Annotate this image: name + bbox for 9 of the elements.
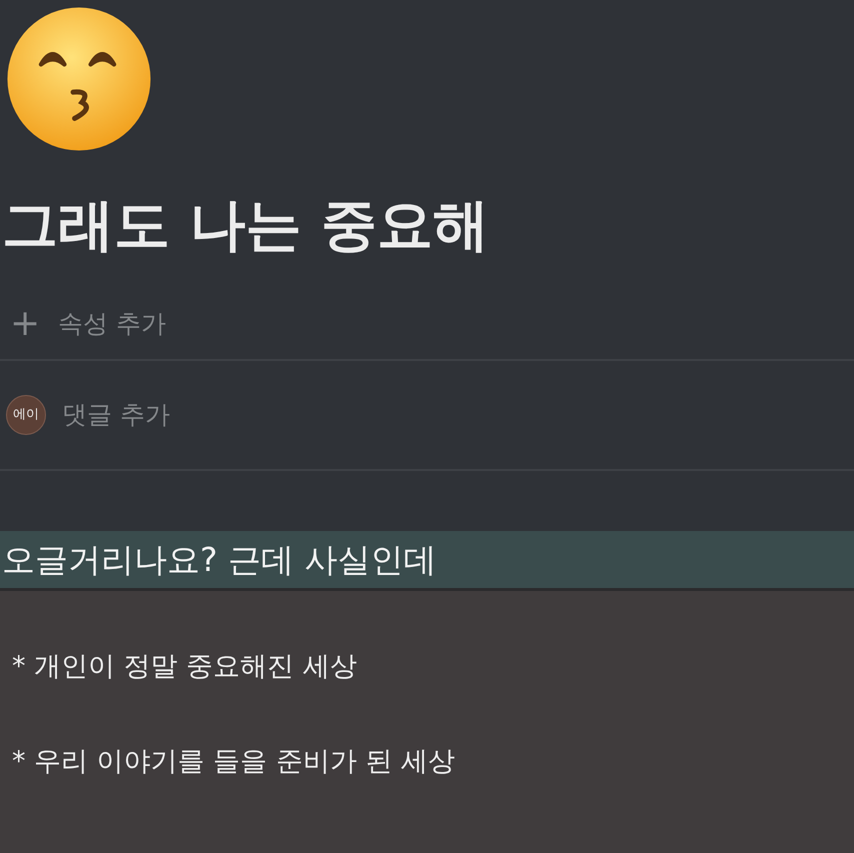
bullet-text: * 우리 이야기를 들을 준비가 된 세상	[12, 745, 456, 780]
bullet-text: * 개인이 정말 중요해진 세상	[12, 650, 358, 684]
plus-icon[interactable]: +	[10, 306, 40, 342]
user-avatar: 에이	[6, 395, 46, 436]
callout-heading: 오글거리나요? 근데 사실인데	[0, 531, 854, 592]
comment-field[interactable]: 댓글 추가	[62, 396, 170, 434]
add-property-link[interactable]: 속성 추가	[58, 305, 166, 343]
kissing-face-icon	[6, 6, 152, 152]
page-title: 그래도 나는 중요해	[2, 192, 490, 260]
